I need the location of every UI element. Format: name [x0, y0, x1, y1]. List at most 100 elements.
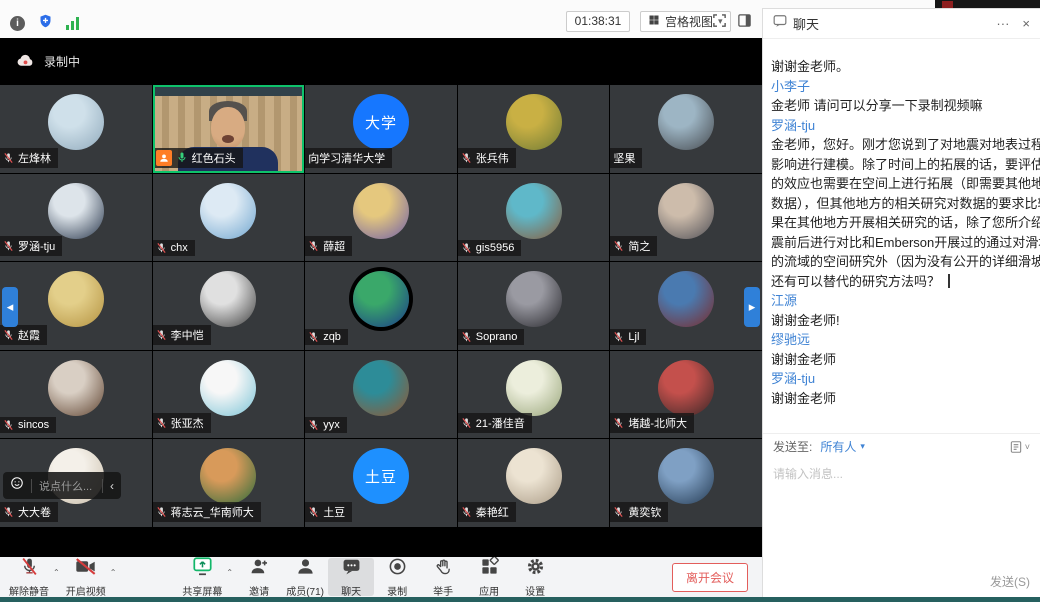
participant-tile[interactable]: 21-潘佳音 [458, 351, 610, 439]
meeting-timer: 01:38:31 [566, 11, 630, 32]
participant-tile[interactable]: 薛超 [305, 174, 457, 262]
participant-name: 简之 [628, 238, 650, 254]
fullscreen-icon[interactable] [712, 13, 727, 33]
participant-tile[interactable]: Ljl [610, 262, 762, 350]
participant-tile[interactable]: 大学向学习清华大学 [305, 85, 457, 173]
chat-message-text: 还有可以替代的研究方法吗？ [771, 272, 1040, 292]
participant-tile[interactable]: 蒋志云_华南师大 [153, 439, 305, 527]
toolbar-cam-off-button[interactable]: 开启视频 [63, 558, 109, 596]
divider [31, 479, 32, 493]
chat-bubble-icon [773, 14, 787, 33]
collapse-chevron-icon[interactable]: ‹ [110, 479, 114, 493]
participant-tile[interactable]: 左烽林 [0, 85, 152, 173]
avatar [658, 271, 714, 327]
participant-name-tag: 秦艳红 [458, 502, 516, 522]
participant-tile[interactable]: 张亚杰 [153, 351, 305, 439]
toolbar-label: 开启视频 [66, 583, 106, 598]
participant-tile[interactable]: sincos [0, 351, 152, 439]
toolbar-record-button[interactable]: 录制 [374, 558, 420, 596]
cam-off-icon [75, 557, 96, 581]
participant-tile[interactable]: 黄奕钦 [610, 439, 762, 527]
previous-page-arrow[interactable]: ◂ [2, 287, 18, 327]
participant-name: Ljl [628, 331, 639, 343]
participant-tile[interactable]: 堵越-北师大 [610, 351, 762, 439]
chat-message-text: 谢谢金老师! [771, 311, 1040, 331]
participant-name-tag: 土豆 [305, 502, 352, 522]
participant-tile[interactable]: 赵霞 [0, 262, 152, 350]
close-icon[interactable]: × [1022, 17, 1030, 30]
security-shield-icon[interactable] [38, 13, 53, 34]
avatar: 大学 [353, 94, 409, 150]
view-button-label: 宫格视图 [665, 13, 713, 30]
leave-meeting-button[interactable]: 离开会议 [672, 563, 748, 592]
send-to-selector[interactable]: 所有人 [820, 438, 856, 455]
participant-name: 赵霞 [18, 327, 40, 343]
mic-muted-icon [461, 242, 472, 254]
participant-tile[interactable]: 秦艳红 [458, 439, 610, 527]
chat-input[interactable]: 请输入消息... [763, 461, 1040, 571]
reaction-input-placeholder[interactable]: 说点什么... [39, 478, 95, 494]
network-signal-icon[interactable] [66, 17, 79, 30]
toolbar-chat-button[interactable]: 聊天 [328, 558, 374, 596]
participant-name-tag: 坚果 [610, 148, 642, 168]
participant-tile[interactable]: chx [153, 174, 305, 262]
expand-chevron-icon[interactable]: ⌃ [110, 568, 117, 577]
avatar [48, 271, 104, 327]
invite-icon [250, 557, 269, 581]
participant-tile[interactable]: 红色石头 [153, 85, 305, 173]
mic-on-icon [176, 151, 188, 164]
chevron-down-icon[interactable]: ▾ [860, 441, 865, 452]
toolbar-members-button[interactable]: 成员(71) [282, 558, 328, 596]
participant-tile[interactable]: 简之 [610, 174, 762, 262]
participant-tile[interactable]: 罗涵-tju [0, 174, 152, 262]
mic-muted-icon [613, 417, 624, 429]
chat-message-text: 谢谢金老师。 [771, 57, 1040, 77]
toolbar-gear-button[interactable]: 设置 [512, 558, 558, 596]
participant-name: 蒋志云_华南师大 [171, 504, 254, 520]
expand-chevron-icon[interactable]: ⌃ [53, 568, 60, 577]
participant-name-tag: 红色石头 [153, 148, 243, 168]
toolbar-label: 应用 [479, 583, 499, 598]
participant-name-tag: 黄奕钦 [610, 502, 668, 522]
participant-name-tag: 大大卷 [0, 502, 58, 522]
next-page-arrow[interactable]: ▸ [744, 287, 760, 327]
participant-tile[interactable]: gis5956 [458, 174, 610, 262]
mic-muted-icon [156, 506, 167, 518]
toolbar-mic-off-button[interactable]: 解除静音 [6, 558, 52, 596]
chat-message-text: 影响进行建模。除了时间上的拓展的话，要评估全球范 [771, 155, 1040, 175]
avatar [658, 448, 714, 504]
avatar [200, 448, 256, 504]
avatar [200, 271, 256, 327]
mic-muted-icon [461, 331, 472, 343]
smiley-icon[interactable] [10, 476, 24, 495]
mic-muted-icon [613, 331, 624, 343]
expand-chevron-icon[interactable]: ⌃ [226, 568, 233, 577]
toolbar-invite-button[interactable]: 邀请 [236, 558, 282, 596]
more-options-icon[interactable]: ··· [996, 17, 1009, 30]
participant-tile[interactable]: 李中恺 [153, 262, 305, 350]
send-to-label: 发送至: [773, 438, 812, 455]
participant-tile[interactable]: 坚果 [610, 85, 762, 173]
mic-muted-icon [461, 417, 472, 429]
participant-tile[interactable]: Soprano [458, 262, 610, 350]
send-button[interactable]: 发送(S) [990, 573, 1030, 590]
divider [102, 479, 103, 493]
participant-name-tag: 左烽林 [0, 148, 58, 168]
toolbar-apps-button[interactable]: 应用 [466, 558, 512, 596]
quick-reaction-bar[interactable]: 说点什么... ‹ [3, 472, 121, 499]
chat-message-list[interactable]: 谢谢金老师。小李子金老师 请问可以分享一下录制视频嘛罗涵-tju金老师，您好。刚… [763, 49, 1040, 421]
avatar [658, 183, 714, 239]
members-icon [296, 557, 315, 581]
participant-name-tag: 李中恺 [153, 325, 211, 345]
toolbar-hand-button[interactable]: 举手 [420, 558, 466, 596]
side-panel-icon[interactable] [737, 13, 752, 33]
participant-tile[interactable]: zqb [305, 262, 457, 350]
chat-history-button[interactable]: ˅ [1009, 440, 1030, 454]
participant-tile[interactable]: 张兵伟 [458, 85, 610, 173]
participant-tile[interactable]: yyx [305, 351, 457, 439]
share-icon [192, 557, 213, 581]
participant-tile[interactable]: 土豆土豆 [305, 439, 457, 527]
toolbar-share-button[interactable]: 共享屏幕 [179, 558, 225, 596]
info-icon[interactable]: i [10, 16, 25, 31]
record-icon [388, 557, 407, 581]
